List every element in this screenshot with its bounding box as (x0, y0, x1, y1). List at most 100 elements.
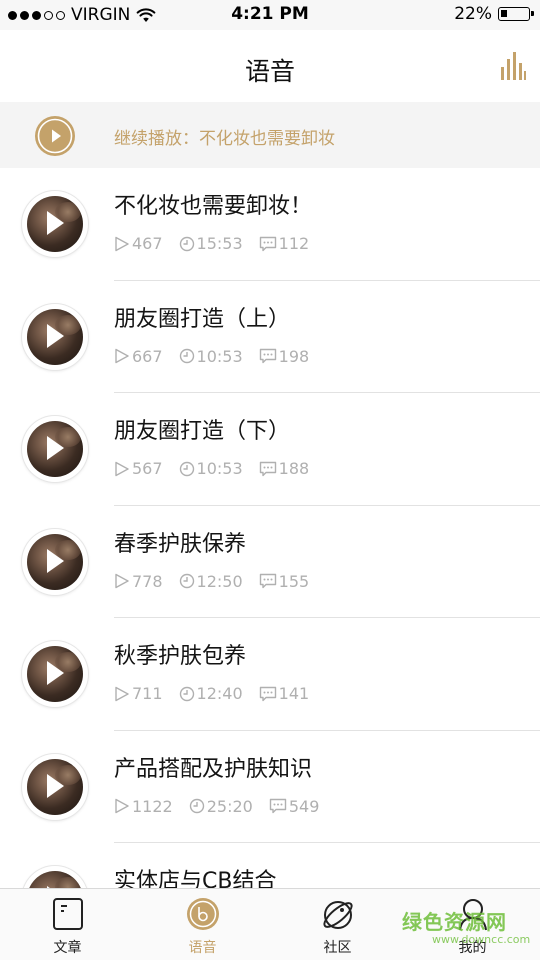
plays-icon (115, 461, 129, 476)
episode-meta: 778 12:50 155 (114, 572, 325, 591)
episode-item[interactable]: 春季护肤保养 778 12:50 155 (0, 506, 540, 619)
plays-count: 711 (114, 684, 163, 703)
episode-thumbnail[interactable] (22, 866, 88, 888)
plays-count: 667 (114, 347, 163, 366)
planet-icon (322, 901, 353, 929)
comments-value: 188 (278, 459, 310, 478)
duration-icon (179, 348, 194, 364)
plays-count: 1122 (114, 797, 173, 816)
episode-title: 产品搭配及护肤知识 (114, 756, 313, 782)
episode-meta: 1122 25:20 549 (114, 797, 335, 816)
episode-item[interactable]: 秋季护肤包养 711 12:40 141 (0, 618, 540, 731)
duration: 15:53 (179, 234, 243, 253)
duration-value: 25:20 (206, 796, 253, 816)
play-icon (47, 773, 64, 798)
episode-meta: 711 12:40 141 (114, 684, 325, 703)
episode-title: 朋友圈打造（上） (114, 306, 291, 332)
comments-icon (259, 573, 276, 589)
duration-icon (179, 461, 194, 476)
voice-icon (186, 898, 219, 930)
tab-label: 语音 (188, 940, 217, 956)
tab-profile[interactable]: 我的 (405, 889, 540, 961)
plays-icon (115, 686, 129, 701)
episode-item[interactable]: 产品搭配及护肤知识 1122 25:20 549 (0, 731, 540, 844)
comments-count: 198 (259, 346, 310, 366)
comments-icon (259, 461, 276, 476)
comments-value: 141 (278, 684, 310, 703)
duration-value: 10:53 (196, 346, 243, 366)
comments-icon (269, 798, 287, 814)
comments-value: 549 (288, 796, 320, 816)
duration: 12:50 (179, 572, 243, 591)
battery-percent: 22% (454, 4, 492, 24)
comments-icon (259, 686, 276, 701)
play-icon (47, 436, 64, 460)
episode-title: 不化妆也需要卸妆！ (114, 194, 313, 219)
episode-meta: 667 10:53 198 (114, 347, 325, 366)
episode-title: 秋季护肤包养 (114, 644, 247, 669)
episode-thumbnail[interactable] (22, 303, 88, 370)
play-icon (47, 323, 64, 348)
comments-count: 549 (269, 796, 320, 816)
comments-value: 198 (278, 346, 310, 366)
tab-bar: 文章 语音 社区 我的 (0, 888, 540, 960)
plays-value: 467 (132, 234, 163, 253)
plays-icon (115, 798, 129, 814)
tab-community[interactable]: 社区 (270, 889, 405, 961)
comments-count: 141 (259, 684, 310, 703)
tab-label: 文章 (53, 940, 82, 956)
comments-count: 112 (259, 234, 310, 253)
duration: 10:53 (179, 459, 243, 478)
duration-icon (179, 236, 194, 251)
tab-label: 社区 (323, 940, 352, 956)
episode-item[interactable]: 不化妆也需要卸妆！ 467 15:53 112 (0, 168, 540, 281)
plays-count: 467 (114, 234, 163, 253)
episode-item[interactable]: 朋友圈打造（上） 667 10:53 198 (0, 281, 540, 394)
plays-icon (115, 573, 129, 589)
play-circle-icon[interactable] (34, 115, 76, 157)
plays-value: 667 (132, 346, 163, 366)
episode-item[interactable]: 朋友圈打造（下） 567 10:53 188 (0, 393, 540, 506)
duration-value: 12:50 (196, 571, 243, 591)
episode-thumbnail[interactable] (22, 191, 88, 257)
nav-header: 语音 (0, 30, 540, 102)
duration-icon (179, 686, 194, 701)
duration-icon (179, 573, 194, 589)
episode-title: 春季护肤保养 (114, 531, 247, 557)
plays-count: 567 (114, 459, 163, 478)
episode-thumbnail[interactable] (22, 416, 88, 482)
tab-article[interactable]: 文章 (0, 889, 135, 961)
comments-count: 188 (259, 459, 310, 478)
tab-label: 我的 (458, 940, 487, 956)
comments-value: 155 (278, 571, 310, 591)
duration-value: 15:53 (196, 234, 243, 253)
episode-thumbnail[interactable] (22, 641, 88, 707)
play-icon (47, 661, 64, 685)
duration: 12:40 (179, 684, 243, 703)
episode-thumbnail[interactable] (22, 528, 88, 595)
continue-playing-bar[interactable]: 继续播放：不化妆也需要卸妆 (0, 102, 540, 168)
plays-count: 778 (114, 572, 163, 591)
episode-meta: 567 10:53 188 (114, 459, 325, 478)
comments-value: 112 (278, 234, 310, 253)
duration-value: 10:53 (196, 459, 243, 478)
equalizer-icon[interactable] (500, 51, 526, 81)
tab-voice[interactable]: 语音 (135, 889, 270, 961)
episode-item[interactable]: 实体店与CB结合 (0, 843, 540, 888)
episode-list[interactable]: 不化妆也需要卸妆！ 467 15:53 112 朋友圈打造（上） 667 10:53 198 朋… (0, 168, 540, 888)
episode-thumbnail[interactable] (22, 753, 88, 820)
play-icon (47, 211, 64, 235)
battery-nub (531, 11, 534, 16)
comments-count: 155 (259, 571, 310, 591)
episode-meta: 467 15:53 112 (114, 234, 325, 253)
duration-value: 12:40 (196, 684, 243, 703)
plays-value: 1122 (132, 796, 173, 816)
duration-icon (189, 798, 204, 814)
battery-icon (498, 7, 534, 21)
plays-icon (115, 348, 129, 364)
page-title: 语音 (244, 57, 295, 86)
plays-value: 567 (132, 459, 163, 478)
comments-icon (259, 348, 276, 364)
episode-title: 朋友圈打造（下） (114, 419, 291, 444)
duration: 10:53 (179, 347, 243, 366)
